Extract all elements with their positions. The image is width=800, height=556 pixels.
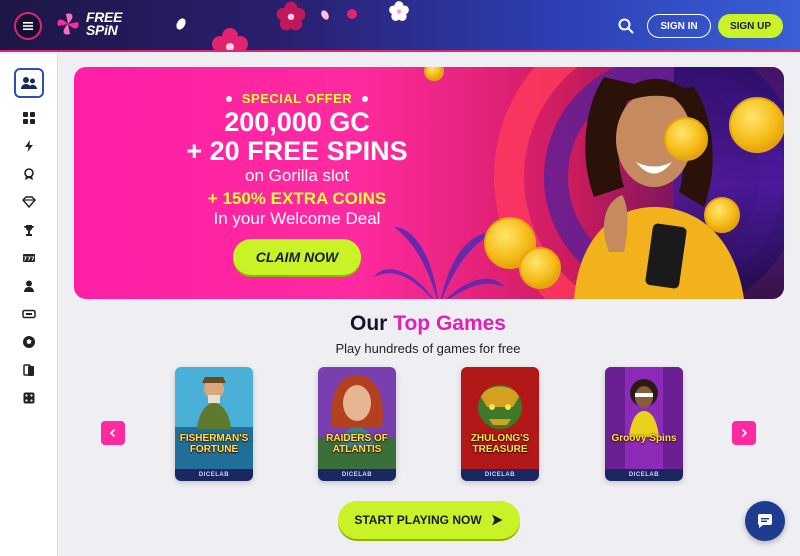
flower-decoration-icon: [389, 1, 409, 21]
offer-gc-amount: 200,000 GC: [224, 107, 370, 137]
sidebar: 777: [0, 54, 58, 556]
sidebar-item-social[interactable]: [14, 68, 44, 98]
play-arrow-icon: [491, 514, 503, 526]
sign-in-button[interactable]: SIGN IN: [647, 14, 711, 38]
raiders-artwork-image: [318, 367, 396, 471]
start-playing-button[interactable]: START PLAYING NOW: [338, 501, 520, 539]
dragon-artwork-image: [461, 367, 539, 471]
svg-text:777: 777: [23, 257, 35, 263]
freespin-logo[interactable]: FREE SPiN: [54, 10, 122, 38]
coin-decoration: [704, 197, 740, 233]
coin-decoration: [664, 117, 708, 161]
game-title: ZHULONG'S TREASURE: [470, 433, 530, 455]
logo-icon: [57, 13, 79, 35]
petal-decoration-icon: [176, 18, 186, 30]
trophy-icon: [24, 225, 34, 236]
flower-decoration-icon: [212, 28, 248, 50]
game-card-zhulongs-treasure[interactable]: ZHULONG'S TREASURE DICELAB: [461, 367, 539, 481]
diamond-icon: [22, 196, 36, 209]
sign-up-button[interactable]: SIGN UP: [718, 14, 783, 38]
promo-banner[interactable]: SPECIAL OFFER 200,000 GC + 20 FREE SPINS…: [74, 67, 784, 299]
petal-decoration-icon: [347, 9, 357, 19]
game-card-groovy-spins[interactable]: Groovy Spins DICELAB: [605, 367, 683, 481]
carousel-prev-button[interactable]: [101, 421, 125, 445]
section-subtitle: Play hundreds of games for free: [335, 341, 521, 356]
start-playing-label: START PLAYING NOW: [354, 513, 482, 527]
sidebar-item-lobby[interactable]: [19, 108, 39, 128]
sidebar-item-vip[interactable]: [19, 192, 39, 212]
petal-decoration-icon: [321, 10, 329, 20]
dice-icon: [23, 392, 35, 404]
smiling-woman-image: [574, 77, 744, 299]
offer-slot-name: on Gorilla slot: [245, 166, 349, 185]
slot-777-icon: 777: [23, 254, 35, 263]
sidebar-item-tournaments[interactable]: [19, 220, 39, 240]
offer-extra-coins: + 150% EXTRA COINS: [207, 189, 387, 208]
sidebar-item-slots[interactable]: 777: [19, 248, 39, 268]
bolt-icon: [25, 140, 33, 152]
badge-icon: [24, 168, 34, 180]
sidebar-item-dice[interactable]: [19, 388, 39, 408]
sidebar-item-new[interactable]: [19, 136, 39, 156]
coin-decoration: [729, 97, 784, 153]
section-title-prefix: Our: [350, 312, 388, 335]
top-header: FREE SPiN SIGN IN SIGN UP: [0, 0, 800, 52]
game-provider: DICELAB: [461, 469, 539, 481]
chevron-right-icon: [741, 428, 748, 438]
fisherman-artwork-image: [175, 367, 253, 471]
coin-decoration: [519, 247, 561, 289]
section-title-accent: Top Games: [393, 312, 506, 335]
game-card-fishermans-fortune[interactable]: FISHERMAN'S FORTUNE DICELAB: [175, 367, 253, 481]
game-provider: DICELAB: [605, 469, 683, 481]
game-card-raiders-of-atlantis[interactable]: RAIDERS OF ATLANTIS DICELAB: [318, 367, 396, 481]
section-title: Our Top Games: [0, 312, 800, 336]
offer-welcome-deal: In your Welcome Deal: [213, 209, 381, 228]
chevron-left-icon: [109, 428, 116, 438]
menu-button[interactable]: [14, 12, 42, 40]
game-provider: DICELAB: [175, 469, 253, 481]
search-icon[interactable]: [617, 17, 635, 35]
grid-icon: [23, 112, 35, 124]
logo-text-spin: SPiN: [86, 22, 118, 38]
users-icon: [21, 77, 37, 89]
claim-now-button[interactable]: CLAIM NOW: [233, 239, 361, 275]
sidebar-item-live[interactable]: [19, 276, 39, 296]
menu-icon: [23, 22, 33, 30]
cards-icon: [23, 364, 34, 376]
carousel-next-button[interactable]: [732, 421, 756, 445]
offer-text: SPECIAL OFFER 200,000 GC + 20 FREE SPINS…: [162, 91, 432, 228]
special-offer-label: SPECIAL OFFER: [241, 91, 353, 106]
game-title: Groovy Spins: [611, 433, 677, 444]
game-title: RAIDERS OF ATLANTIS: [326, 433, 388, 455]
chat-icon: [757, 514, 772, 528]
game-title: FISHERMAN'S FORTUNE: [179, 433, 249, 455]
coin-decoration: [424, 67, 444, 81]
sidebar-item-table-games[interactable]: [19, 360, 39, 380]
sidebar-item-exclusive[interactable]: [19, 164, 39, 184]
person-icon: [24, 280, 34, 292]
offer-free-spins: + 20 FREE SPINS: [186, 136, 408, 166]
chat-button[interactable]: [745, 501, 785, 541]
groovy-artwork-image: [605, 367, 683, 471]
flower-decoration-icon: [276, 1, 306, 31]
game-provider: DICELAB: [318, 469, 396, 481]
